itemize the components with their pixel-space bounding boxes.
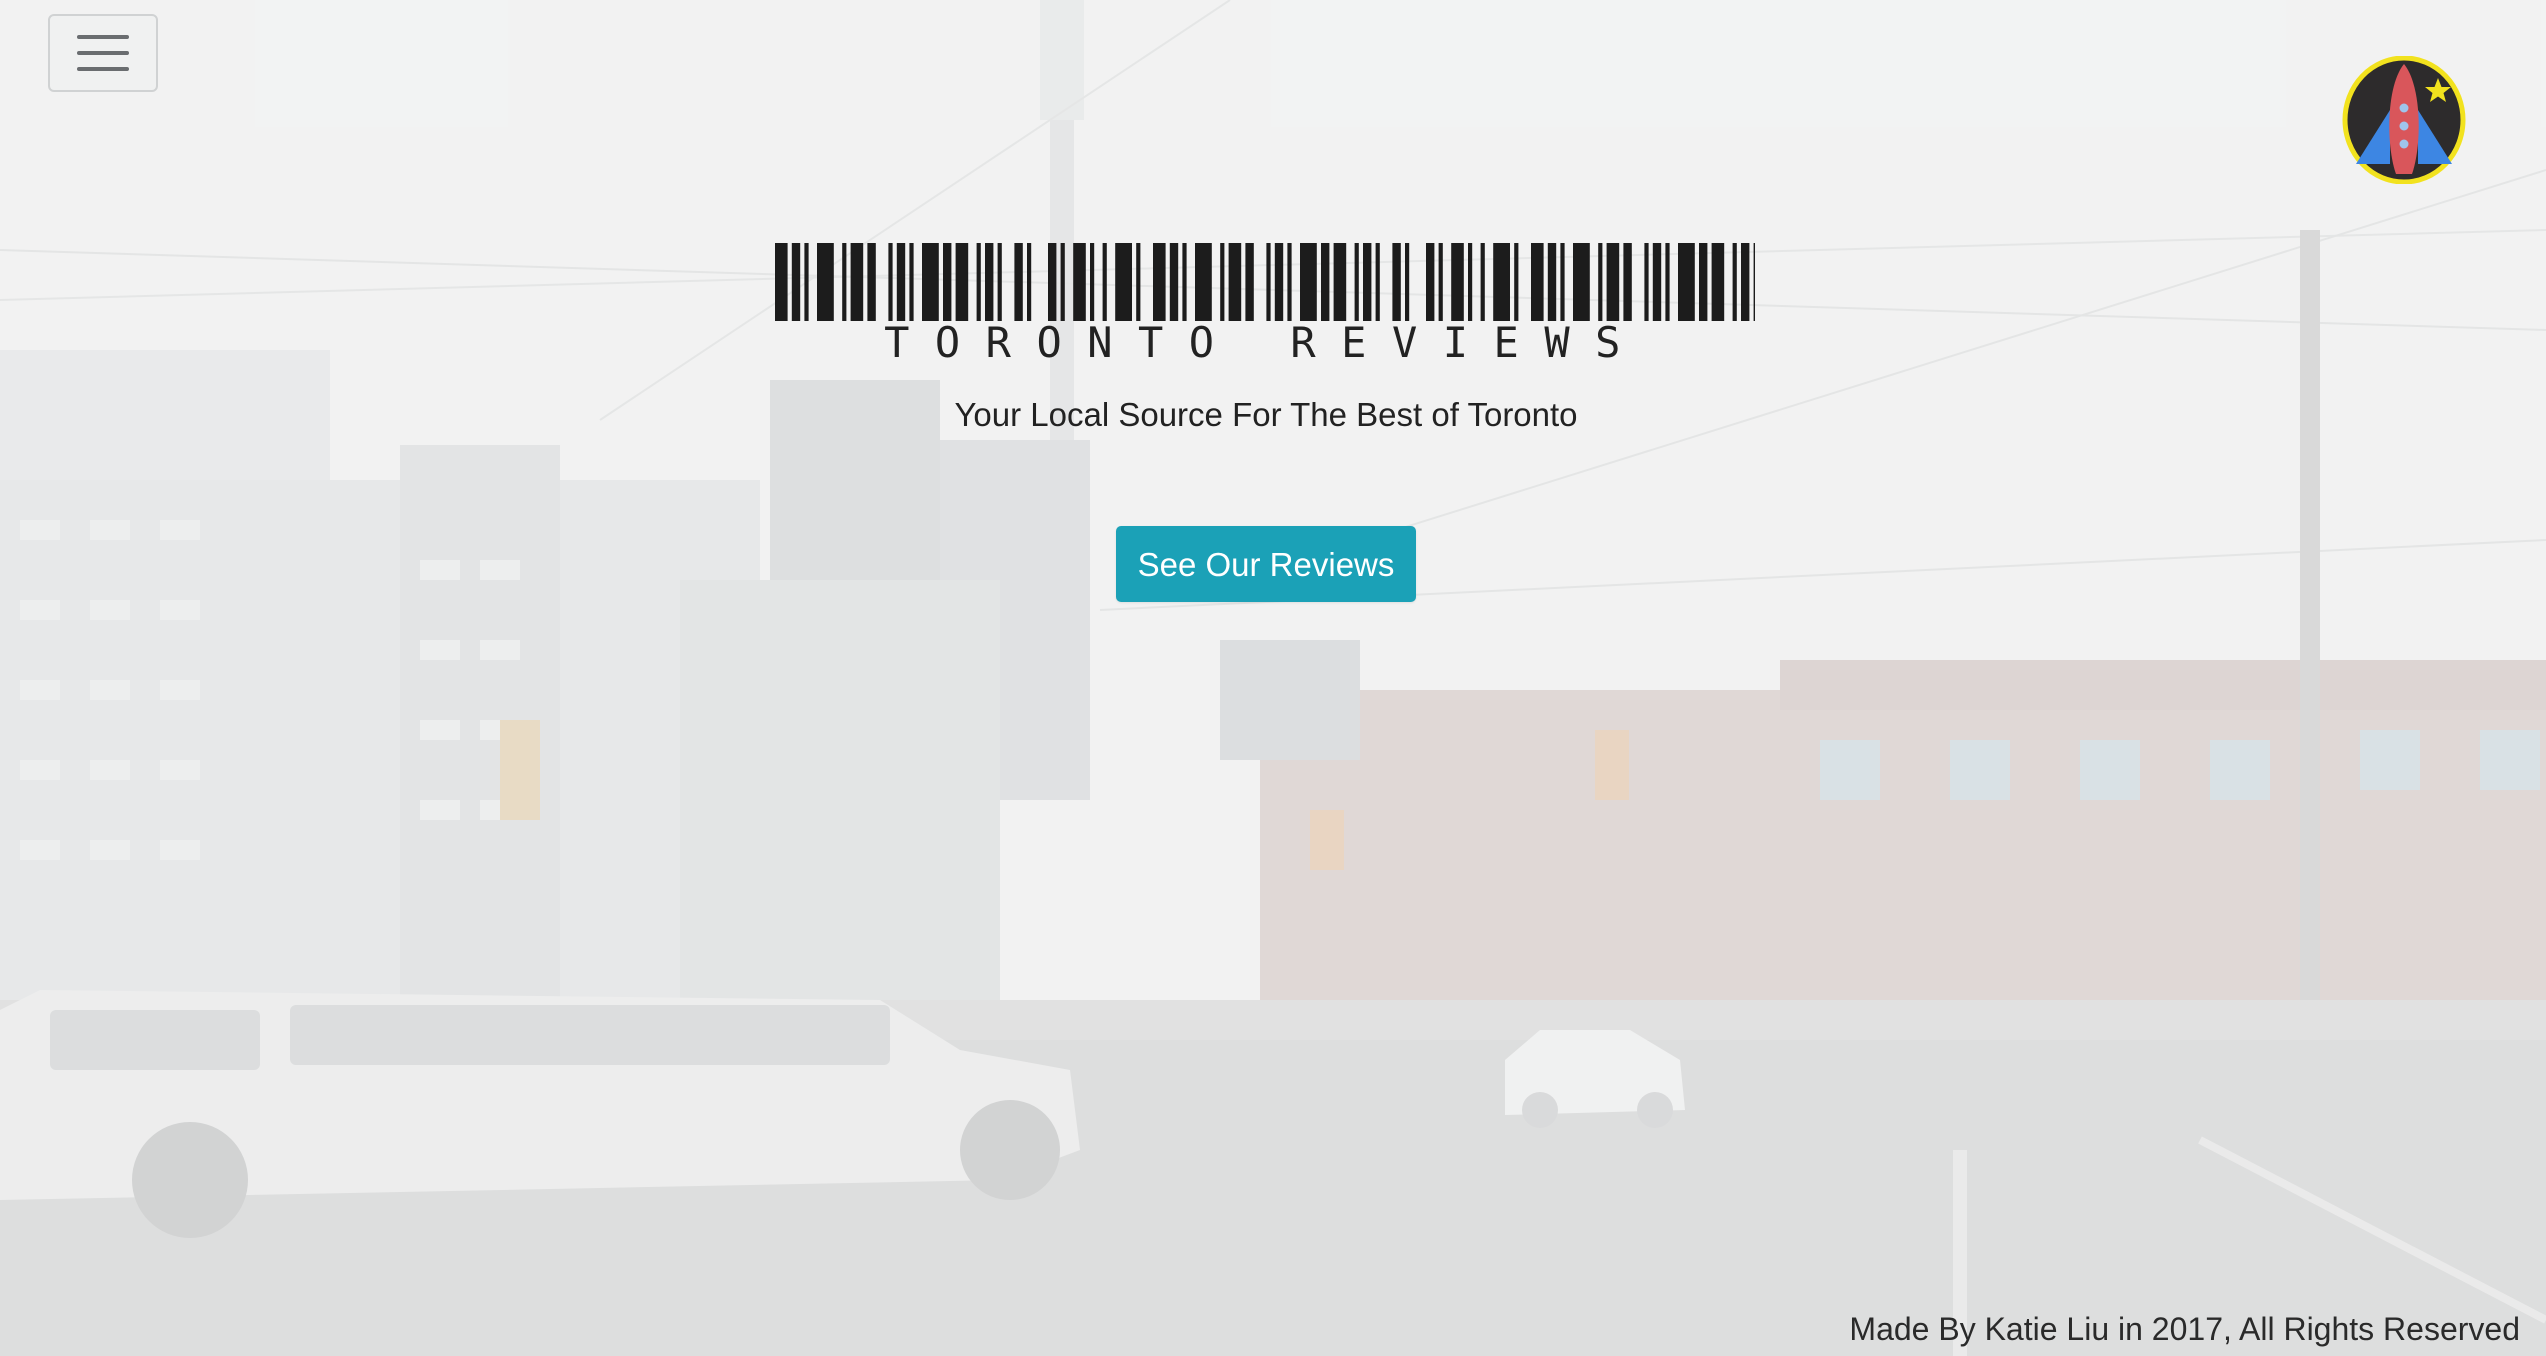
barcode-icon: [775, 243, 1755, 321]
hamburger-icon: [77, 35, 129, 39]
landing-page: TORONTO REVIEWS Your Local Source For Th…: [0, 0, 2546, 1356]
site-tagline: Your Local Source For The Best of Toront…: [954, 396, 1578, 433]
see-reviews-button[interactable]: See Our Reviews: [1116, 526, 1416, 602]
hamburger-icon-bar: [77, 67, 129, 71]
site-title: TORONTO REVIEWS: [884, 318, 1646, 367]
background-overlay: [0, 0, 2546, 1356]
rocket-logo-icon[interactable]: [2342, 56, 2466, 184]
menu-toggle-button[interactable]: [48, 14, 158, 92]
hamburger-icon-bar: [77, 51, 129, 55]
footer-copyright: Made By Katie Liu in 2017, All Rights Re…: [1849, 1311, 2520, 1347]
